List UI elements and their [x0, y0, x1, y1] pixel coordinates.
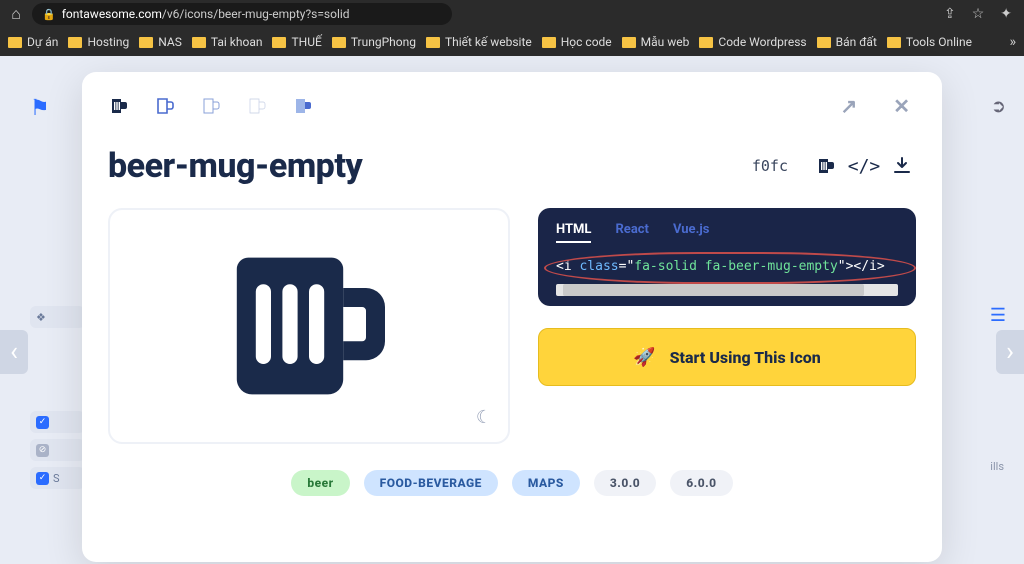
dark-mode-toggle-icon[interactable]: ☾: [476, 407, 492, 428]
bookmark-folder[interactable]: TrungPhong: [332, 35, 416, 49]
bookmark-folder[interactable]: Bán đất: [817, 35, 877, 49]
bg-filter-group: ✓ ⊘ ✓S: [30, 405, 85, 495]
bookmark-folder[interactable]: Tai khoan: [192, 35, 263, 49]
tag-version-3[interactable]: 3.0.0: [594, 470, 656, 496]
icon-name-heading: beer-mug-empty: [108, 146, 362, 186]
unicode-value[interactable]: f0fc: [752, 157, 788, 175]
style-regular-icon[interactable]: [154, 95, 176, 117]
style-duotone-icon[interactable]: [292, 95, 314, 117]
tag-beer[interactable]: beer: [291, 470, 349, 496]
bookmarks-overflow-icon[interactable]: »: [1009, 34, 1016, 50]
bg-filter[interactable]: ⊘: [30, 439, 85, 461]
close-icon[interactable]: ✕: [887, 94, 916, 118]
code-snippet[interactable]: <i class="fa-solid fa-beer-mug-empty"></…: [556, 259, 898, 274]
bookmark-folder[interactable]: Thiết kế website: [426, 35, 532, 49]
tag-row: beer FOOD-BEVERAGE MAPS 3.0.0 6.0.0: [108, 470, 916, 496]
code-icon[interactable]: </>: [850, 152, 878, 180]
glyph-copy-icon[interactable]: [812, 152, 840, 180]
prev-icon-button[interactable]: ‹: [0, 330, 28, 374]
share-icon[interactable]: ⇪: [940, 6, 960, 22]
home-icon[interactable]: ⌂: [8, 4, 24, 24]
icon-preview-panel: ☾: [108, 208, 510, 444]
bg-filter[interactable]: ✓: [30, 411, 85, 433]
start-using-button[interactable]: 🚀 Start Using This Icon: [538, 328, 916, 386]
open-external-icon[interactable]: ↗: [834, 94, 863, 118]
title-row: beer-mug-empty f0fc </>: [108, 146, 916, 186]
bg-filter[interactable]: ❖: [30, 306, 85, 328]
bg-filter-group: ❖: [30, 300, 85, 334]
bookmark-folder[interactable]: Học code: [542, 35, 612, 49]
tab-html[interactable]: HTML: [556, 222, 591, 243]
login-icon[interactable]: ➲: [991, 96, 1006, 117]
tag-maps[interactable]: MAPS: [512, 470, 580, 496]
browser-address-bar: ⌂ 🔒 fontawesome.com/v6/icons/beer-mug-em…: [0, 0, 1024, 28]
style-solid-icon[interactable]: [108, 95, 130, 117]
tag-version-6[interactable]: 6.0.0: [670, 470, 732, 496]
bookmark-folder[interactable]: THUẾ: [272, 35, 321, 49]
tab-vue[interactable]: Vue.js: [673, 222, 709, 243]
cta-label: Start Using This Icon: [670, 348, 821, 367]
horizontal-scrollbar[interactable]: [556, 284, 898, 296]
next-icon-button[interactable]: ›: [996, 330, 1024, 374]
style-light-icon[interactable]: [200, 95, 222, 117]
bookmark-folder[interactable]: Mẫu web: [622, 35, 690, 49]
lock-icon: 🔒: [42, 8, 56, 21]
bg-text: ills: [990, 460, 1004, 473]
bookmarks-bar: Dự án Hosting NAS Tai khoan THUẾ TrungPh…: [0, 28, 1024, 56]
bookmark-folder[interactable]: Hosting: [68, 35, 129, 49]
bookmark-star-icon[interactable]: ☆: [968, 6, 989, 22]
bookmark-folder[interactable]: Code Wordpress: [699, 35, 806, 49]
tag-food-beverage[interactable]: FOOD-BEVERAGE: [364, 470, 498, 496]
bookmark-folder[interactable]: Dự án: [8, 35, 58, 49]
tab-react[interactable]: React: [615, 222, 648, 243]
bookmark-folder[interactable]: Tools Online: [887, 35, 972, 49]
icon-detail-modal: ↗ ✕ beer-mug-empty f0fc </> ☾: [82, 72, 942, 562]
code-snippet-panel: HTML React Vue.js <i class="fa-solid fa-…: [538, 208, 916, 306]
list-view-icon[interactable]: ☰: [990, 305, 1006, 326]
url-text: fontawesome.com/v6/icons/beer-mug-empty?…: [62, 7, 350, 21]
fa-flag-logo-icon[interactable]: ⚑: [30, 96, 50, 121]
rocket-icon: 🚀: [633, 347, 655, 368]
address-field[interactable]: 🔒 fontawesome.com/v6/icons/beer-mug-empt…: [32, 3, 452, 25]
bookmark-folder[interactable]: NAS: [139, 35, 182, 49]
extensions-icon[interactable]: ✦: [996, 6, 1016, 22]
download-icon[interactable]: [888, 152, 916, 180]
style-switcher: ↗ ✕: [108, 94, 916, 118]
code-tabs: HTML React Vue.js: [556, 222, 898, 243]
bg-filter[interactable]: ✓S: [30, 467, 85, 489]
beer-mug-empty-icon: [214, 231, 404, 421]
style-thin-icon[interactable]: [246, 95, 268, 117]
